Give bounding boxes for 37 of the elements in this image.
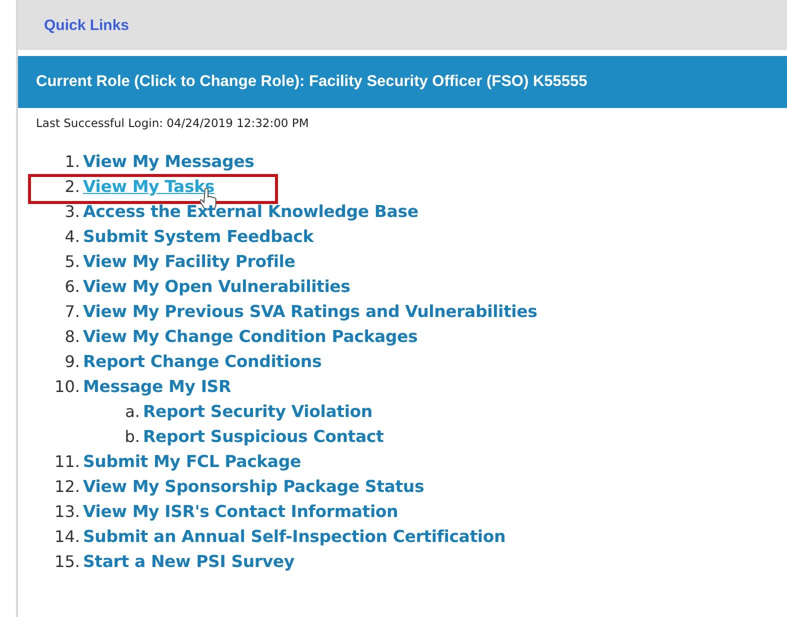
- list-number: 4.: [64, 227, 81, 246]
- quick-link[interactable]: View My Change Condition Packages: [83, 327, 418, 346]
- quick-link[interactable]: Report Change Conditions: [83, 352, 322, 371]
- list-number: b.: [124, 427, 141, 446]
- list-number: 9.: [64, 352, 81, 371]
- quick-link[interactable]: Submit System Feedback: [83, 227, 314, 246]
- list-number: 2.: [64, 177, 81, 196]
- list-number: 10.: [54, 377, 81, 396]
- list-number: 5.: [64, 252, 81, 271]
- list-number: 7.: [64, 302, 81, 321]
- quick-link[interactable]: Message My ISR: [83, 377, 231, 396]
- quick-link[interactable]: View My Previous SVA Ratings and Vulnerabilities: [83, 302, 538, 321]
- list-number: a.: [124, 402, 141, 421]
- list-number: 14.: [54, 527, 81, 546]
- quick-link[interactable]: Start a New PSI Survey: [83, 552, 294, 571]
- list-number: 1.: [64, 152, 81, 171]
- quick-link[interactable]: View My Tasks: [83, 177, 215, 196]
- quick-link[interactable]: Submit an Annual Self-Inspection Certification: [83, 527, 506, 546]
- list-number: 8.: [64, 327, 81, 346]
- last-login-text: Last Successful Login: 04/24/2019 12:32:00 PM: [35, 115, 310, 130]
- quick-link[interactable]: Access the External Knowledge Base: [83, 202, 418, 221]
- quick-link[interactable]: View My Sponsorship Package Status: [83, 477, 424, 496]
- quick-link[interactable]: View My Messages: [83, 152, 254, 171]
- quick-link[interactable]: Report Security Violation: [143, 402, 372, 421]
- list-number: 6.: [64, 277, 81, 296]
- quick-link[interactable]: View My ISR's Contact Information: [83, 502, 398, 521]
- list-number: 15.: [54, 552, 81, 571]
- quick-link[interactable]: Report Suspicious Contact: [143, 427, 384, 446]
- list-number: 13.: [54, 502, 81, 521]
- quick-link[interactable]: View My Open Vulnerabilities: [83, 277, 350, 296]
- role-text[interactable]: Current Role (Click to Change Role): Facility Security Officer (FSO) K55555: [36, 73, 588, 91]
- quick-link[interactable]: View My Facility Profile: [83, 252, 296, 271]
- list-number: 12.: [54, 477, 81, 496]
- quick-link[interactable]: Submit My FCL Package: [83, 452, 301, 471]
- list-number: 11.: [54, 452, 81, 471]
- header-title: Quick Links: [44, 16, 130, 34]
- list-number: 3.: [64, 202, 81, 221]
